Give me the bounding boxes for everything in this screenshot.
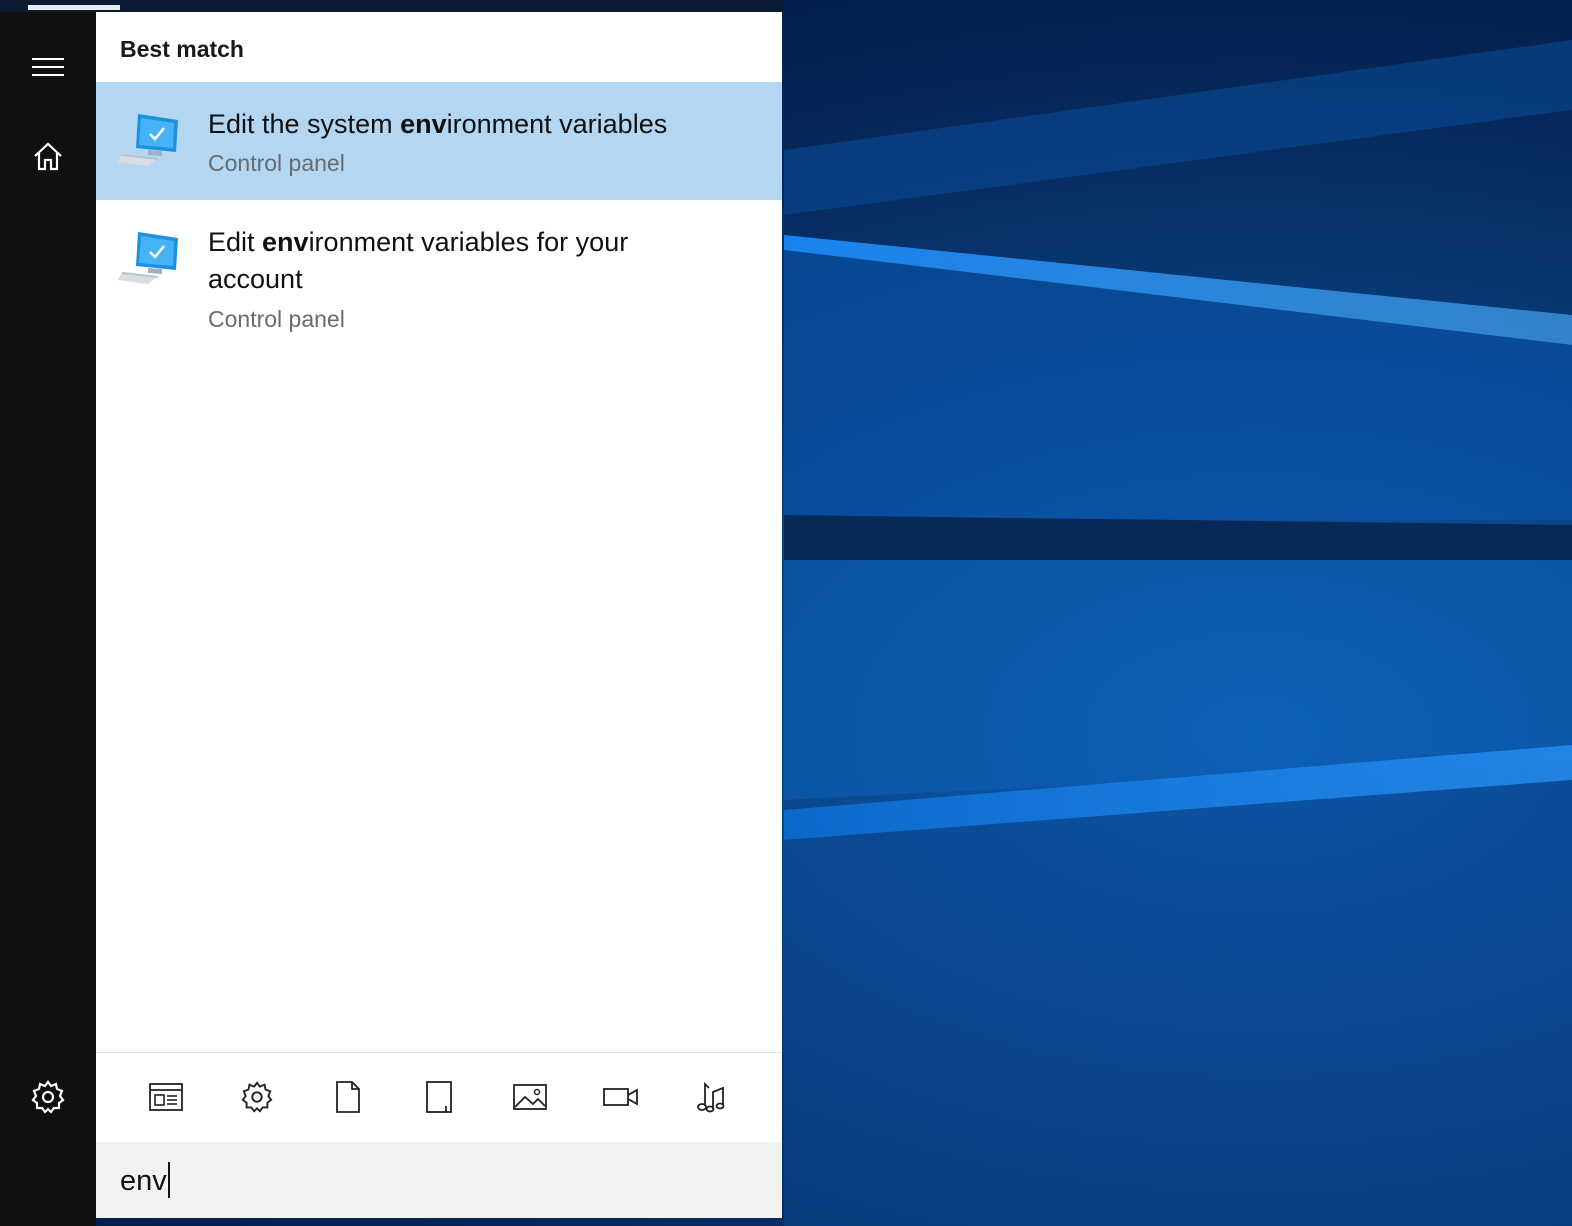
settings-gear-icon: [241, 1081, 273, 1113]
photo-icon: [513, 1084, 547, 1110]
home-icon: [34, 142, 62, 171]
result-item-system-env-vars[interactable]: Edit the system environment variables Co…: [96, 82, 782, 200]
filter-music-button[interactable]: [690, 1075, 734, 1119]
settings-button[interactable]: [0, 1062, 96, 1132]
result-title: Edit the system environment variables: [208, 109, 668, 139]
search-filter-bar: [96, 1052, 782, 1143]
filter-documents-button[interactable]: [326, 1075, 370, 1119]
control-panel-computer-icon: [118, 232, 178, 284]
video-icon: [603, 1088, 638, 1106]
control-panel-computer-icon: [118, 114, 178, 166]
menu-button[interactable]: [0, 32, 96, 102]
filter-photos-button[interactable]: [508, 1075, 552, 1119]
home-button[interactable]: [0, 122, 96, 192]
filter-videos-button[interactable]: [599, 1075, 643, 1119]
gear-icon: [31, 1080, 65, 1114]
filter-settings-button[interactable]: [235, 1075, 279, 1119]
text-caret: [167, 1162, 170, 1198]
folder-icon: [426, 1081, 452, 1113]
filter-folders-button[interactable]: [417, 1075, 461, 1119]
section-title: Best match: [120, 36, 244, 62]
search-box[interactable]: env: [96, 1142, 782, 1218]
hamburger-menu-icon: [32, 58, 64, 76]
result-subtitle: Control panel: [208, 150, 345, 176]
start-rail: [0, 12, 96, 1226]
result-title: Edit environment variables for your acco…: [208, 227, 629, 294]
result-item-account-env-vars[interactable]: Edit environment variables for your acco…: [96, 200, 782, 350]
document-icon: [336, 1081, 360, 1113]
music-icon: [697, 1081, 725, 1113]
search-input[interactable]: env: [120, 1162, 170, 1198]
search-panel: Best match Edit the system environment v…: [96, 12, 782, 1218]
result-subtitle: Control panel: [208, 306, 345, 332]
filter-apps-button[interactable]: [144, 1075, 188, 1119]
active-indicator: [28, 5, 120, 10]
apps-icon: [149, 1083, 183, 1111]
